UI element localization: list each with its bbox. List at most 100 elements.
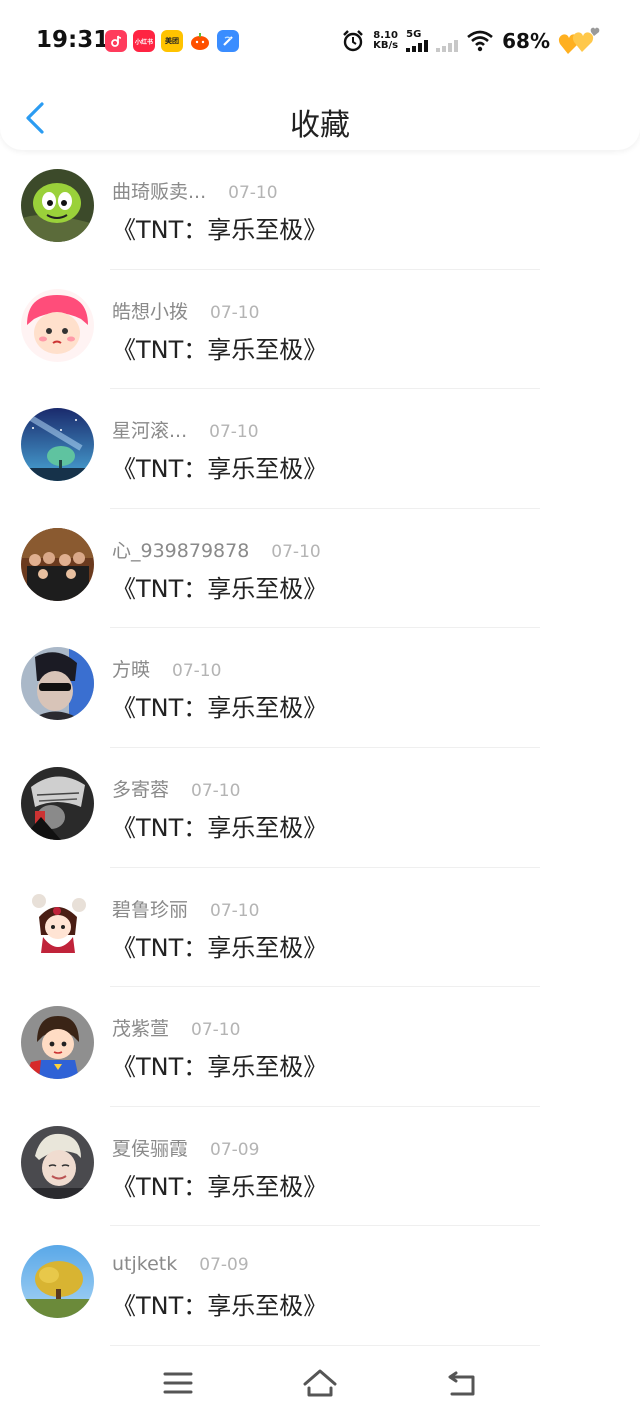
item-title[interactable]: 《TNT：享乐至极》 xyxy=(112,569,327,604)
status-time: 19:31 xyxy=(36,27,110,53)
item-date: 07-10 xyxy=(210,900,260,921)
divider xyxy=(110,1344,540,1346)
list-item[interactable]: 方暎 07-10 《TNT：享乐至极》 xyxy=(0,628,640,748)
user-avatar[interactable] xyxy=(21,408,94,482)
user-avatar[interactable] xyxy=(21,766,94,840)
item-user-line: 心_939879878 07-10 xyxy=(112,536,321,563)
item-user-line: 多寄蓉 07-10 xyxy=(112,775,240,802)
favorites-list: 曲琦贩卖... 07-10 《TNT：享乐至极》 皓想小拨 07-10 《TNT：享… xyxy=(0,150,640,1346)
superhero-girl-avatar xyxy=(21,1006,94,1080)
battery-hearts-icon xyxy=(558,27,600,54)
list-item[interactable]: 夏侯骊霞 07-09 《TNT：享乐至极》 xyxy=(0,1107,640,1227)
item-user-line: 夏侯骊霞 07-09 xyxy=(112,1134,259,1161)
page-title: 收藏 xyxy=(290,108,350,143)
alarm-clock-icon xyxy=(343,30,363,52)
list-item[interactable]: 多寄蓉 07-10 《TNT：享乐至极》 xyxy=(0,748,640,868)
user-avatar[interactable] xyxy=(21,288,94,362)
network-speed-unit: KB/s xyxy=(373,40,399,51)
item-date: 07-09 xyxy=(210,1139,260,1160)
return-icon xyxy=(448,1371,475,1396)
user-avatar[interactable] xyxy=(21,1245,94,1319)
xiaohongshu-app-icon: 小红书 xyxy=(133,30,155,52)
list-item[interactable]: 曲琦贩卖... 07-10 《TNT：享乐至极》 xyxy=(0,150,640,270)
item-user-line: 星河滚... 07-10 xyxy=(112,416,259,443)
item-title[interactable]: 《TNT：享乐至极》 xyxy=(112,210,327,245)
item-title[interactable]: 《TNT：享乐至极》 xyxy=(112,1047,327,1082)
system-navigation-bar xyxy=(0,1350,640,1422)
cartoon-green-avatar xyxy=(21,169,94,242)
autumn-tree-avatar xyxy=(21,1245,94,1319)
system-back-button[interactable] xyxy=(442,1366,482,1400)
item-username[interactable]: 曲琦贩卖... xyxy=(112,181,206,203)
notification-app-icons: 小红书 美团 xyxy=(105,30,239,52)
item-date: 07-10 xyxy=(191,1020,241,1041)
signal-bars-icon xyxy=(406,40,429,52)
item-username[interactable]: 多寄蓉 xyxy=(112,779,169,801)
navigation-bar: 收藏 xyxy=(0,90,640,146)
signal-bars-secondary-icon xyxy=(436,40,459,52)
blond-person-avatar xyxy=(21,1125,94,1199)
item-username[interactable]: utjketk xyxy=(112,1253,177,1275)
item-username[interactable]: 星河滚... xyxy=(112,420,187,442)
network-type-label: 5G xyxy=(406,29,422,40)
item-date: 07-10 xyxy=(271,541,321,562)
battery-percent: 68% xyxy=(502,29,550,53)
home-button[interactable] xyxy=(300,1366,340,1400)
item-date: 07-10 xyxy=(172,661,222,682)
menu-icon xyxy=(163,1372,193,1394)
item-username[interactable]: 方暎 xyxy=(112,659,150,681)
list-item[interactable]: 心_939879878 07-10 《TNT：享乐至极》 xyxy=(0,509,640,629)
list-item[interactable]: 茂紫萱 07-10 《TNT：享乐至极》 xyxy=(0,987,640,1107)
status-bar: 19:31 小红书 美团 8.10 KB/s 5G 68% xyxy=(0,20,640,64)
item-username[interactable]: 皓想小拨 xyxy=(112,301,188,323)
taobao-app-icon xyxy=(189,30,211,52)
browser-app-icon xyxy=(217,30,239,52)
list-item[interactable]: 碧鲁珍丽 07-10 《TNT：享乐至极》 xyxy=(0,868,640,988)
menu-button[interactable] xyxy=(158,1366,198,1400)
anime-doll-avatar xyxy=(21,886,94,960)
item-username[interactable]: 夏侯骊霞 xyxy=(112,1138,188,1160)
item-user-line: 曲琦贩卖... 07-10 xyxy=(112,177,278,204)
item-title[interactable]: 《TNT：享乐至极》 xyxy=(112,1286,327,1321)
item-username[interactable]: 心_939879878 xyxy=(112,540,249,562)
list-item[interactable]: 皓想小拨 07-10 《TNT：享乐至极》 xyxy=(0,270,640,390)
user-avatar[interactable] xyxy=(21,1125,94,1199)
sunglasses-man-avatar xyxy=(21,647,94,721)
cartoon-girl-avatar xyxy=(21,288,94,362)
wifi-icon xyxy=(467,30,493,52)
user-avatar[interactable] xyxy=(21,647,94,721)
item-date: 07-10 xyxy=(191,780,241,801)
item-user-line: 方暎 07-10 xyxy=(112,655,221,682)
user-avatar[interactable] xyxy=(21,169,94,242)
group-photo-avatar xyxy=(21,527,94,601)
item-title[interactable]: 《TNT：享乐至极》 xyxy=(112,449,327,484)
monochrome-art-avatar xyxy=(21,766,94,840)
user-avatar[interactable] xyxy=(21,1006,94,1080)
item-date: 07-10 xyxy=(209,422,259,443)
item-title[interactable]: 《TNT：享乐至极》 xyxy=(112,1167,327,1202)
item-date: 07-10 xyxy=(210,302,260,323)
top-bar: 19:31 小红书 美团 8.10 KB/s 5G 68% 收藏 xyxy=(0,0,640,150)
meituan-app-icon: 美团 xyxy=(161,30,183,52)
item-title[interactable]: 《TNT：享乐至极》 xyxy=(112,688,327,723)
cellular-signal-primary: 5G xyxy=(406,29,429,52)
network-speed: 8.10 KB/s xyxy=(373,31,398,51)
item-user-line: 茂紫萱 07-10 xyxy=(112,1014,240,1041)
item-user-line: 皓想小拨 07-10 xyxy=(112,297,259,324)
item-title[interactable]: 《TNT：享乐至极》 xyxy=(112,928,327,963)
list-item[interactable]: utjketk 07-09 《TNT：享乐至极》 xyxy=(0,1226,640,1346)
starry-tree-avatar xyxy=(21,408,94,482)
item-user-line: 碧鲁珍丽 07-10 xyxy=(112,895,259,922)
list-item[interactable]: 星河滚... 07-10 《TNT：享乐至极》 xyxy=(0,389,640,509)
user-avatar[interactable] xyxy=(21,527,94,601)
system-status-icons: 8.10 KB/s 5G 68% xyxy=(341,26,600,56)
item-username[interactable]: 碧鲁珍丽 xyxy=(112,899,188,921)
item-username[interactable]: 茂紫萱 xyxy=(112,1018,169,1040)
item-date: 07-09 xyxy=(199,1255,249,1276)
item-user-line: utjketk 07-09 xyxy=(112,1253,249,1275)
item-title[interactable]: 《TNT：享乐至极》 xyxy=(112,808,327,843)
item-title[interactable]: 《TNT：享乐至极》 xyxy=(112,330,327,365)
item-date: 07-10 xyxy=(228,183,278,203)
home-icon xyxy=(303,1369,337,1397)
user-avatar[interactable] xyxy=(21,886,94,960)
